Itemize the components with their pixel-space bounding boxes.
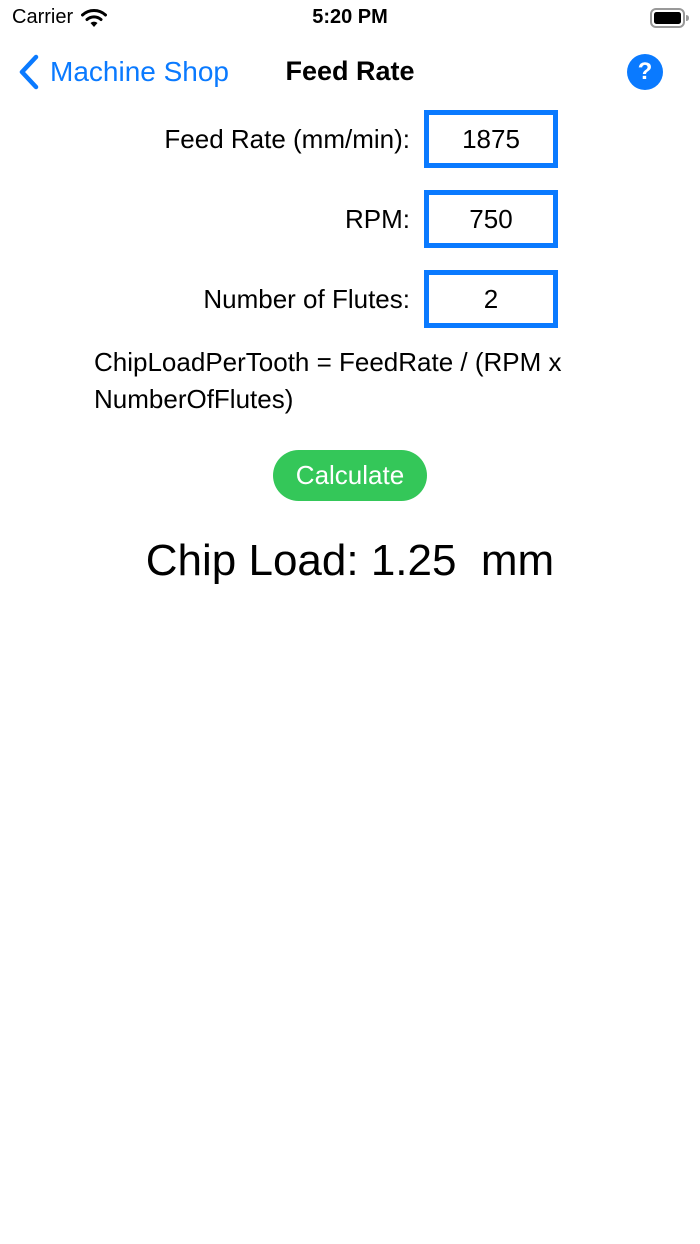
rpm-row: RPM: [0,190,700,248]
chip-load-result: Chip Load: 1.25 mm [145,536,555,585]
help-button[interactable]: ? [627,54,663,90]
rpm-label: RPM: [345,204,410,234]
rpm-input[interactable] [424,190,558,248]
feed-rate-label: Feed Rate (mm/min): [164,124,410,154]
formula-text: ChipLoadPerTooth = FeedRate / (RPM x Num… [94,347,562,414]
status-time: 5:20 PM [312,6,388,28]
calculate-button[interactable]: Calculate [273,450,427,501]
flutes-row: Number of Flutes: [0,270,700,328]
flutes-input[interactable] [424,270,558,328]
feed-rate-input[interactable] [424,110,558,168]
question-mark-icon: ? [637,58,653,85]
feed-rate-row: Feed Rate (mm/min): [0,110,700,168]
page-title: Feed Rate [285,56,415,86]
battery-icon [650,8,690,28]
status-bar: Carrier 5:20 PM [0,0,700,36]
navigation-bar: Machine Shop Feed Rate ? [0,36,700,108]
flutes-label: Number of Flutes: [203,284,410,314]
